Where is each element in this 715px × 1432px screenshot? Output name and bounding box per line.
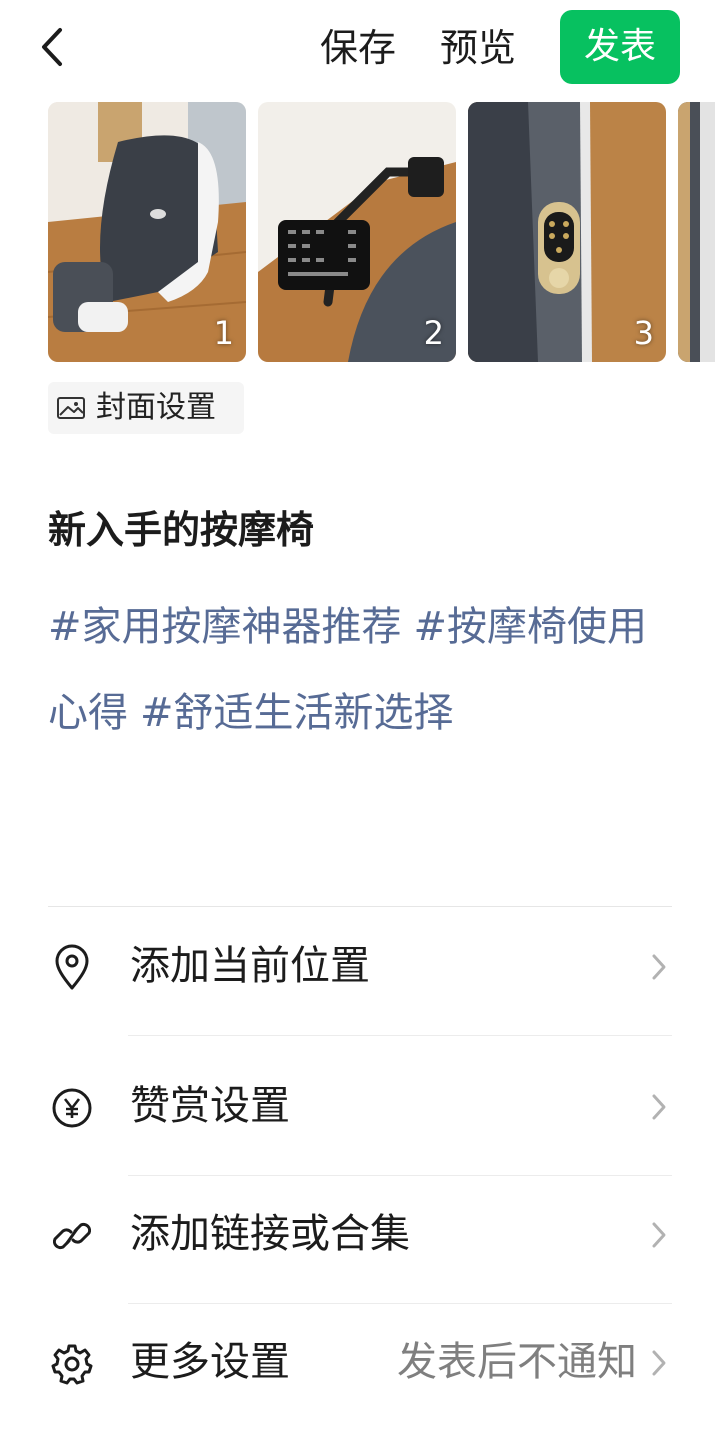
location-label: 添加当前位置 — [130, 943, 370, 989]
image-strip[interactable]: 1 2 3 — [48, 102, 715, 364]
image-index: 1 — [213, 314, 234, 352]
save-button[interactable]: 保存 — [320, 22, 396, 74]
image-icon — [57, 397, 85, 419]
chevron-right-icon — [652, 1350, 666, 1376]
preview-button[interactable]: 预览 — [440, 22, 516, 74]
top-bar: 保存 预览 发表 — [0, 0, 715, 100]
link-icon — [52, 1222, 92, 1250]
chair-photo-partial — [678, 102, 715, 362]
hashtag[interactable]: #家用按摩神器推荐 — [48, 604, 402, 650]
gear-icon — [51, 1344, 93, 1385]
location-row[interactable]: 添加当前位置 — [0, 908, 715, 1036]
post-title[interactable]: 新入手的按摩椅 — [48, 502, 314, 558]
image-thumbnail-1[interactable]: 1 — [48, 102, 246, 362]
post-tags[interactable]: #家用按摩神器推荐 #按摩椅使用心得 #舒适生活新选择 — [48, 584, 673, 756]
image-thumbnail-2[interactable]: 2 — [258, 102, 456, 362]
link-row[interactable]: 添加链接或合集 — [0, 1176, 715, 1304]
location-pin-icon — [55, 944, 89, 990]
chevron-right-icon — [652, 954, 666, 980]
reward-settings-label: 赞赏设置 — [130, 1083, 290, 1129]
divider — [48, 906, 672, 907]
image-thumbnail-3[interactable]: 3 — [468, 102, 666, 362]
more-settings-value: 发表后不通知 — [397, 1339, 637, 1385]
publish-button[interactable]: 发表 — [560, 10, 680, 84]
link-collection-label: 添加链接或合集 — [130, 1211, 410, 1257]
chevron-right-icon — [652, 1094, 666, 1120]
cover-settings-label: 封面设置 — [96, 390, 216, 425]
cover-settings-button[interactable]: 封面设置 — [48, 382, 244, 434]
more-settings-label: 更多设置 — [130, 1339, 290, 1385]
yen-coin-icon — [52, 1088, 92, 1128]
image-thumbnail-4[interactable] — [678, 102, 715, 362]
back-button[interactable] — [30, 22, 74, 72]
image-index: 3 — [633, 314, 654, 352]
divider — [128, 1035, 672, 1036]
hashtag[interactable]: #舒适生活新选择 — [140, 690, 454, 736]
more-settings-row[interactable]: 更多设置 发表后不通知 — [0, 1304, 715, 1432]
reward-settings-row[interactable]: 赞赏设置 — [0, 1048, 715, 1176]
image-index: 2 — [423, 314, 444, 352]
chevron-left-icon — [42, 28, 62, 66]
chevron-right-icon — [652, 1222, 666, 1248]
